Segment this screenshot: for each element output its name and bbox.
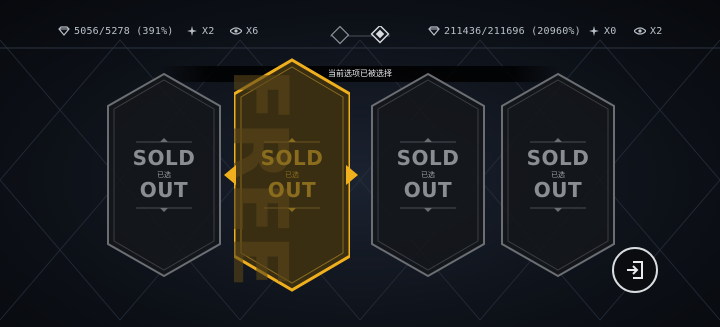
option-card-4[interactable]: SOLD 已选 OUT <box>500 72 616 278</box>
cross-icon <box>588 25 600 37</box>
right-shard-counter: 211436/211696 (20960%) <box>428 22 581 40</box>
right-token-counter: X0 <box>588 22 616 40</box>
option-card-3[interactable]: SOLD 已选 OUT <box>370 72 486 278</box>
right-eye-counter: X2 <box>634 22 662 40</box>
selection-arrow-right-icon <box>346 165 358 185</box>
exit-icon <box>627 261 643 279</box>
left-token-counter: X2 <box>186 22 214 40</box>
card-out-label: OUT <box>267 178 317 202</box>
gem-icon <box>58 25 70 37</box>
card-out-label: OUT <box>533 178 583 202</box>
card-sold-label: SOLD <box>526 146 590 170</box>
option-card-2-selected[interactable]: FREE SOLD 已选 OUT <box>234 58 350 292</box>
card-sold-label: SOLD <box>396 146 460 170</box>
cross-icon <box>186 25 198 37</box>
top-hud: 5056/5278 (391%) X2 X6 211436/211696 (20… <box>0 14 720 48</box>
eye-icon <box>230 25 242 37</box>
left-shard-counter: 5056/5278 (391%) <box>58 22 174 40</box>
eye-icon <box>634 25 646 37</box>
card-out-label: OUT <box>403 178 453 202</box>
gem-icon <box>428 25 440 37</box>
option-card-1[interactable]: SOLD 已选 OUT <box>106 72 222 278</box>
selection-arrow-left-icon <box>224 165 236 185</box>
card-sold-label: SOLD <box>132 146 196 170</box>
card-out-label: OUT <box>139 178 189 202</box>
center-emblem <box>330 26 390 45</box>
card-sold-label: SOLD <box>260 146 324 170</box>
left-eye-counter: X6 <box>230 22 258 40</box>
exit-button[interactable] <box>612 247 658 293</box>
